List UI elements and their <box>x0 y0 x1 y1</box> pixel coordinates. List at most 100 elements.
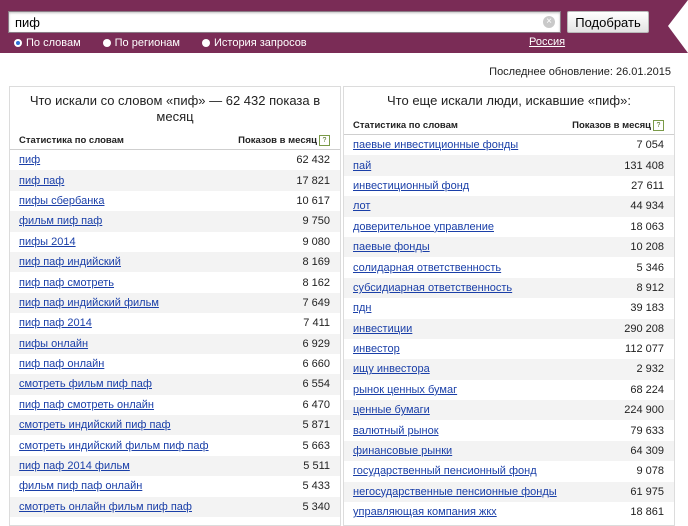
phrase-link[interactable]: смотреть фильм пиф паф <box>19 378 152 390</box>
table-row: смотреть фильм пиф паф 6 554 <box>10 374 340 395</box>
table-row: пиф паф 2014 фильм 5 511 <box>10 455 340 477</box>
phrase-link[interactable]: управляющая компания жкх <box>353 506 497 518</box>
column-header-stats: Статистика по словам <box>353 120 458 131</box>
impressions-count: 290 208 <box>624 322 664 335</box>
phrase-link[interactable]: доверительное управление <box>353 221 494 233</box>
impressions-count: 68 224 <box>630 383 664 396</box>
table-row: фильм пиф паф 9 750 <box>10 211 340 232</box>
table-header: Статистика по словам Показов в месяц? <box>10 133 340 150</box>
phrase-link[interactable]: ищу инвестора <box>353 363 430 375</box>
phrase-link[interactable]: солидарная ответственность <box>353 262 501 274</box>
phrase-link[interactable]: смотреть индийский фильм пиф паф <box>19 440 209 452</box>
phrase-link[interactable]: паевые фонды <box>353 241 430 253</box>
impressions-count: 5 663 <box>302 439 330 452</box>
radio-query-history[interactable]: История запросов <box>202 37 307 49</box>
impressions-count: 10 617 <box>296 194 330 207</box>
table-row: инвестиции 290 208 <box>344 318 674 339</box>
phrase-link[interactable]: пиф <box>19 154 40 166</box>
impressions-count: 5 433 <box>302 480 330 493</box>
phrase-link[interactable]: субсидиарная ответственность <box>353 282 512 294</box>
phrase-link[interactable]: инвестиционный фонд <box>353 180 469 192</box>
phrase-link[interactable]: валютный рынок <box>353 425 439 437</box>
submit-button[interactable]: Подобрать <box>567 11 649 33</box>
impressions-count: 17 821 <box>296 174 330 187</box>
table-row: паевые фонды 10 208 <box>344 236 674 258</box>
header-arrow-decoration <box>668 0 688 53</box>
phrase-link[interactable]: пифы онлайн <box>19 338 88 350</box>
phrase-link[interactable]: рынок ценных бумаг <box>353 384 457 396</box>
search-input[interactable] <box>15 14 535 30</box>
region-link[interactable]: Россия <box>529 36 565 48</box>
table-row: пиф 62 432 <box>10 150 340 170</box>
impressions-count: 79 633 <box>630 424 664 437</box>
phrase-link[interactable]: пдн <box>353 302 371 314</box>
clear-icon[interactable]: × <box>543 16 555 28</box>
table-row: пиф паф смотреть 8 162 <box>10 272 340 292</box>
table-row: пиф паф индийский фильм 7 649 <box>10 292 340 314</box>
impressions-count: 5 346 <box>636 261 664 274</box>
phrase-link[interactable]: пиф паф смотреть онлайн <box>19 399 154 411</box>
table-header: Статистика по словам Показов в месяц? <box>344 118 674 135</box>
phrase-link[interactable]: государственный пенсионный фонд <box>353 465 537 477</box>
table-row: пифы онлайн 6 929 <box>10 333 340 354</box>
impressions-count: 8 912 <box>636 281 664 294</box>
panel-title: Что еще искали люди, искавшие «пиф»: <box>387 93 631 108</box>
phrase-link[interactable]: пиф паф смотреть <box>19 277 114 289</box>
phrase-link[interactable]: фильм пиф паф онлайн <box>19 480 142 492</box>
impressions-count: 10 208 <box>630 241 664 254</box>
table-row: смотреть онлайн фильм пиф паф 5 340 <box>10 496 340 518</box>
radio-label: По словам <box>26 37 81 49</box>
phrase-link[interactable]: смотреть индийский пиф паф <box>19 419 171 431</box>
phrase-link[interactable]: пифы сбербанка <box>19 195 104 207</box>
radio-unchecked-icon <box>202 39 210 47</box>
left-table-body: пиф 62 432 пиф паф 17 821 пифы сбербанка 10 6… <box>10 150 340 518</box>
phrase-link[interactable]: инвестор <box>353 343 400 355</box>
phrase-link[interactable]: пиф паф 2014 фильм <box>19 460 130 472</box>
left-panel-related-phrases: Что искали со словом «пиф» — 62 432 пока… <box>9 86 341 526</box>
phrase-link[interactable]: лот <box>353 200 370 212</box>
phrase-link[interactable]: пифы 2014 <box>19 236 76 248</box>
table-row: негосударственные пенсионные фонды 61 975 <box>344 481 674 503</box>
table-row: ценные бумаги 224 900 <box>344 400 674 421</box>
table-row: инвестор 112 077 <box>344 339 674 359</box>
search-box[interactable]: × <box>8 11 561 33</box>
search-header: × Подобрать По словам По регионам Истори… <box>0 0 688 53</box>
help-icon[interactable]: ? <box>653 119 664 131</box>
impressions-count: 131 408 <box>624 159 664 172</box>
phrase-link[interactable]: смотреть онлайн фильм пиф паф <box>19 501 192 513</box>
impressions-count: 64 309 <box>630 445 664 458</box>
help-icon[interactable]: ? <box>319 134 330 146</box>
impressions-count: 8 162 <box>302 276 330 289</box>
table-row: пдн 39 183 <box>344 298 674 318</box>
table-row: паевые инвестиционные фонды 7 054 <box>344 135 674 155</box>
phrase-link[interactable]: инвестиции <box>353 323 412 335</box>
phrase-link[interactable]: пиф паф индийский фильм <box>19 297 159 309</box>
phrase-link[interactable]: пиф паф онлайн <box>19 358 104 370</box>
radio-checked-icon <box>14 39 22 47</box>
phrase-link[interactable]: негосударственные пенсионные фонды <box>353 486 557 498</box>
phrase-link[interactable]: пай <box>353 160 371 172</box>
phrase-link[interactable]: пиф паф 2014 <box>19 317 92 329</box>
table-row: пифы сбербанка 10 617 <box>10 191 340 211</box>
phrase-link[interactable]: финансовые рынки <box>353 445 452 457</box>
impressions-count: 5 340 <box>302 500 330 513</box>
radio-by-words[interactable]: По словам <box>14 37 81 49</box>
table-row: доверительное управление 18 063 <box>344 217 674 237</box>
phrase-link[interactable]: ценные бумаги <box>353 404 430 416</box>
phrase-link[interactable]: пиф паф индийский <box>19 256 121 268</box>
impressions-count: 2 932 <box>636 363 664 376</box>
table-row: смотреть индийский фильм пиф паф 5 663 <box>10 435 340 455</box>
impressions-count: 18 063 <box>630 220 664 233</box>
column-header-count: Показов в месяц? <box>238 133 330 149</box>
right-panel-also-searched: Что еще искали люди, искавшие «пиф»: Ста… <box>343 86 675 526</box>
radio-by-regions[interactable]: По регионам <box>102 37 180 49</box>
panel-title: Что искали со словом «пиф» — 62 432 пока… <box>29 93 321 124</box>
impressions-count: 8 169 <box>302 256 330 269</box>
phrase-link[interactable]: пиф паф <box>19 175 64 187</box>
impressions-count: 6 929 <box>302 337 330 350</box>
phrase-link[interactable]: фильм пиф паф <box>19 215 102 227</box>
table-row: субсидиарная ответственность 8 912 <box>344 277 674 299</box>
impressions-count: 6 660 <box>302 358 330 371</box>
phrase-link[interactable]: паевые инвестиционные фонды <box>353 139 518 151</box>
column-header-stats: Статистика по словам <box>19 135 124 146</box>
